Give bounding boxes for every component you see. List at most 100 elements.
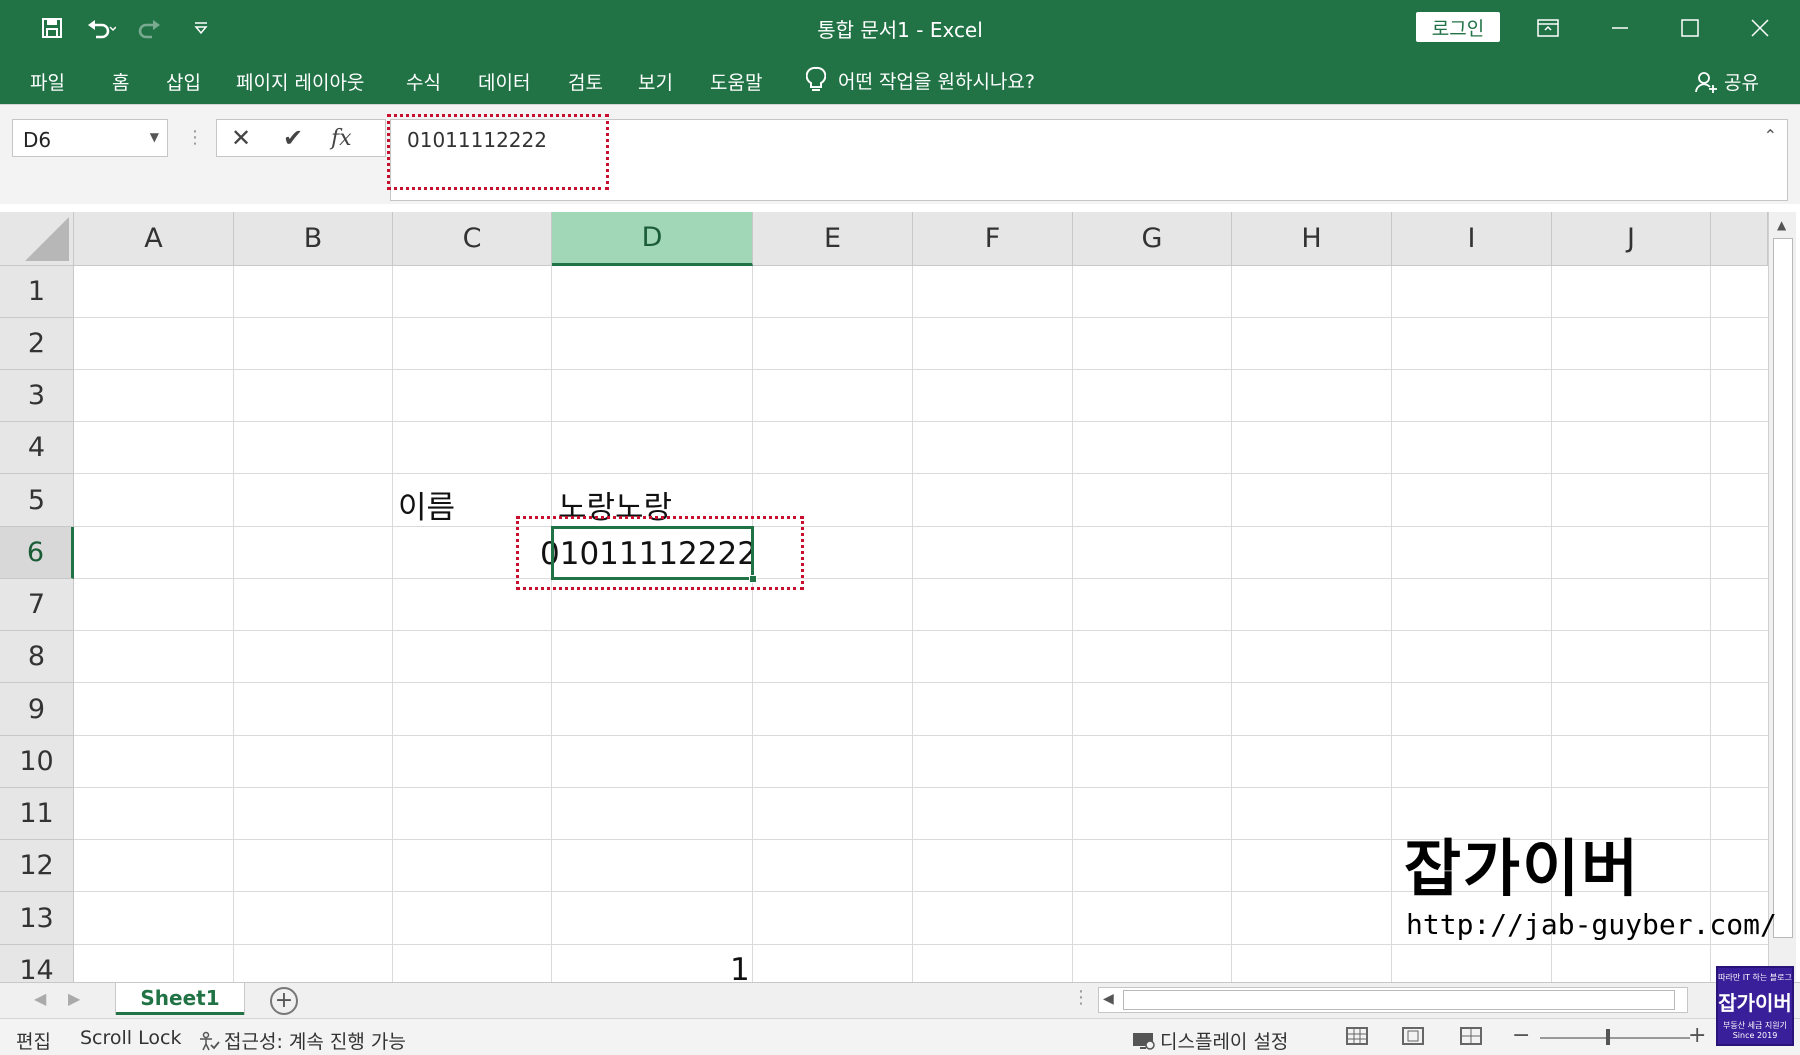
row-header-6[interactable]: 6 — [0, 527, 74, 579]
column-header-e[interactable]: E — [753, 212, 913, 266]
formula-value: 01011112222 — [407, 128, 547, 152]
row-header-14[interactable]: 14 — [0, 945, 74, 982]
formula-input[interactable]: 01011112222 ⌃ — [390, 119, 1788, 201]
column-header-h[interactable]: H — [1232, 212, 1392, 266]
accessibility-icon — [198, 1031, 220, 1051]
row-header-11[interactable]: 11 — [0, 788, 74, 840]
cell-d5[interactable]: 노랑노랑 — [558, 482, 672, 527]
tab-insert[interactable]: 삽입 — [166, 68, 201, 95]
column-header-a[interactable]: A — [74, 212, 234, 266]
row-header-7[interactable]: 7 — [0, 579, 74, 631]
horizontal-scroll-thumb[interactable] — [1123, 990, 1675, 1010]
page-layout-icon[interactable] — [1402, 1027, 1424, 1045]
chevron-down-icon[interactable]: ▼ — [150, 130, 159, 144]
cancel-icon[interactable]: ✕ — [231, 124, 251, 152]
tell-me-box[interactable]: 어떤 작업을 원하시나요? — [806, 66, 1035, 94]
zoom-slider-knob[interactable] — [1606, 1029, 1610, 1045]
maximize-icon[interactable] — [1660, 6, 1720, 50]
column-header-k[interactable] — [1711, 212, 1768, 266]
lightbulb-icon — [806, 66, 826, 94]
sheet-tab-sheet1[interactable]: Sheet1 — [116, 983, 244, 1015]
name-box[interactable]: D6 ▼ — [12, 119, 168, 157]
split-handle-icon[interactable]: ⋮ — [1072, 987, 1090, 1008]
watermark-logo: 따라만 IT 하는 블로그 잡가이버 부동산 세금 지원기 Since 2019 — [1716, 966, 1794, 1046]
ribbon-display-icon[interactable] — [1518, 6, 1578, 50]
column-header-d[interactable]: D — [552, 212, 753, 266]
status-mode: 편집 — [16, 1031, 51, 1053]
vertical-scrollbar[interactable]: ▲ — [1768, 212, 1796, 982]
formula-area: D6 ▼ ⋮ ✕ ✔ fx 01011112222 ⌃ — [0, 104, 1800, 204]
column-header-j[interactable]: J — [1552, 212, 1711, 266]
collapse-formula-icon[interactable]: ⌃ — [1764, 126, 1777, 145]
row-header-12[interactable]: 12 — [0, 840, 74, 892]
zoom-slider[interactable] — [1540, 1037, 1690, 1039]
cell-d14[interactable]: 1 — [730, 952, 750, 982]
watermark-logo-top: 따라만 IT 하는 블로그 — [1718, 973, 1792, 982]
horizontal-scrollbar[interactable]: ◀ — [1098, 987, 1688, 1013]
scroll-up-icon[interactable]: ▲ — [1777, 218, 1786, 232]
tab-help[interactable]: 도움말 — [710, 68, 762, 95]
column-header-b[interactable]: B — [234, 212, 393, 266]
status-scroll-lock: Scroll Lock — [80, 1027, 182, 1049]
share-button[interactable]: 공유 — [1694, 68, 1759, 95]
row-header-2[interactable]: 2 — [0, 318, 74, 370]
scroll-left-icon[interactable]: ◀ — [1103, 991, 1114, 1007]
normal-view-icon[interactable] — [1346, 1027, 1368, 1045]
tell-me-label: 어떤 작업을 원하시나요? — [838, 70, 1035, 93]
name-box-value: D6 — [23, 128, 52, 152]
column-header-f[interactable]: F — [913, 212, 1073, 266]
row-header-4[interactable]: 4 — [0, 422, 74, 474]
row-header-9[interactable]: 9 — [0, 683, 74, 736]
zoom-in-icon[interactable]: + — [1688, 1023, 1706, 1048]
display-settings-icon — [1132, 1031, 1156, 1051]
row-header-5[interactable]: 5 — [0, 474, 74, 527]
fill-handle[interactable] — [749, 575, 757, 583]
person-icon — [1694, 70, 1718, 94]
row-header-10[interactable]: 10 — [0, 736, 74, 788]
tab-view[interactable]: 보기 — [638, 68, 673, 95]
login-button[interactable]: 로그인 — [1416, 12, 1500, 42]
select-all-button[interactable] — [0, 212, 74, 266]
ribbon-tabs: 파일 홈 삽입 페이지 레이아웃 수식 데이터 검토 보기 도움말 어떤 작업을… — [0, 56, 1800, 104]
sheet-tabs-bar: ◀ ▶ Sheet1 + ⋮ ◀ — [0, 982, 1800, 1018]
page-break-icon[interactable] — [1460, 1027, 1482, 1045]
tab-review[interactable]: 검토 — [568, 68, 603, 95]
share-label: 공유 — [1724, 72, 1759, 94]
active-cell-border — [551, 526, 754, 580]
watermark-logo-since: Since 2019 — [1732, 1031, 1778, 1040]
sheet-next-icon[interactable]: ▶ — [68, 989, 80, 1008]
column-header-g[interactable]: G — [1073, 212, 1232, 266]
watermark-title: 잡가이버 — [1404, 832, 1641, 905]
drag-handle-icon[interactable]: ⋮ — [186, 127, 204, 148]
close-icon[interactable] — [1730, 6, 1790, 50]
row-header-13[interactable]: 13 — [0, 892, 74, 945]
zoom-out-icon[interactable]: − — [1512, 1023, 1530, 1048]
tab-home[interactable]: 홈 — [112, 68, 129, 95]
row-header-1[interactable]: 1 — [0, 266, 74, 318]
watermark-logo-sub: 부동산 세금 지원기 — [1723, 1021, 1787, 1030]
tab-page-layout[interactable]: 페이지 레이아웃 — [236, 68, 364, 95]
column-header-c[interactable]: C — [393, 212, 552, 266]
cell-c5[interactable]: 이름 — [398, 482, 455, 527]
watermark-url: http://jab-guyber.com/ — [1406, 908, 1777, 941]
vertical-scroll-thumb[interactable] — [1773, 238, 1793, 938]
accessibility-status[interactable]: 접근성: 계속 진행 가능 — [198, 1027, 406, 1054]
row-header-8[interactable]: 8 — [0, 631, 74, 683]
fx-icon[interactable]: fx — [331, 126, 352, 151]
enter-icon[interactable]: ✔ — [283, 124, 303, 152]
title-bar: 통합 문서1 - Excel 로그인 — [0, 0, 1800, 56]
row-header-3[interactable]: 3 — [0, 370, 74, 422]
tab-file[interactable]: 파일 — [30, 68, 65, 95]
sheet-prev-icon[interactable]: ◀ — [34, 989, 46, 1008]
formula-buttons: ✕ ✔ fx — [216, 119, 386, 157]
add-sheet-icon[interactable]: + — [270, 987, 298, 1015]
minimize-icon[interactable] — [1590, 6, 1650, 50]
status-bar: 편집 Scroll Lock 접근성: 계속 진행 가능 디스플레이 설정 − … — [0, 1018, 1800, 1055]
accessibility-label: 접근성: 계속 진행 가능 — [224, 1031, 406, 1053]
column-header-i[interactable]: I — [1392, 212, 1552, 266]
display-settings-label: 디스플레이 설정 — [1160, 1031, 1289, 1053]
tab-data[interactable]: 데이터 — [478, 68, 530, 95]
watermark-logo-main: 잡가이버 — [1718, 991, 1792, 1015]
tab-formulas[interactable]: 수식 — [406, 68, 441, 95]
display-settings-button[interactable]: 디스플레이 설정 — [1132, 1027, 1288, 1054]
